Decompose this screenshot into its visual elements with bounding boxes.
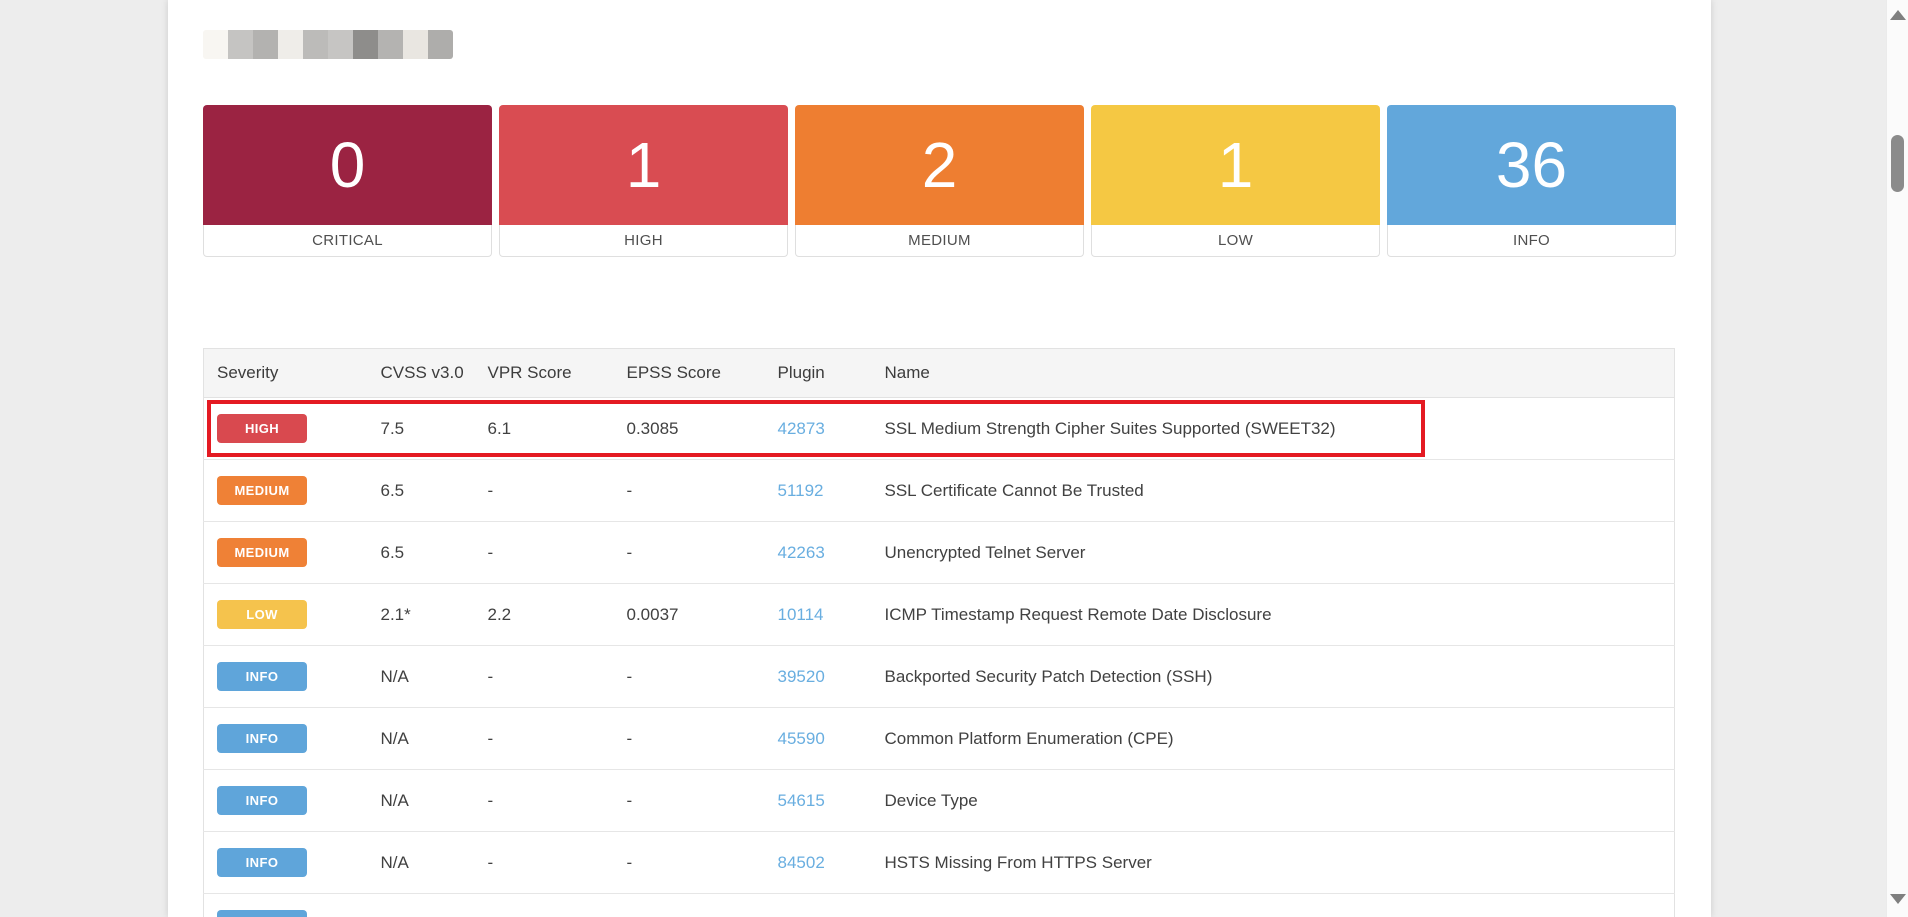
epss-score: -: [627, 646, 778, 708]
col-name: Name: [885, 349, 1675, 398]
vpr-score: 6.1: [488, 398, 627, 460]
report-page: 0 CRITICAL 1 HIGH 2 MEDIUM 1 LOW 36 IN: [0, 0, 1908, 917]
summary-card-critical: 0 CRITICAL: [203, 105, 492, 257]
severity-badge: INFO: [217, 724, 307, 753]
scrollbar-thumb[interactable]: [1891, 135, 1904, 192]
severity-badge: HIGH: [217, 414, 307, 443]
finding-row: INFO: [204, 894, 1675, 917]
findings-header-row: Severity CVSS v3.0 VPR Score EPSS Score …: [204, 349, 1675, 398]
medium-count: 2: [795, 105, 1084, 225]
report-sheet: 0 CRITICAL 1 HIGH 2 MEDIUM 1 LOW 36 IN: [168, 0, 1711, 917]
medium-label: MEDIUM: [795, 225, 1084, 257]
critical-count: 0: [203, 105, 492, 225]
plugin-id-link[interactable]: 42873: [778, 419, 825, 438]
severity-badge: MEDIUM: [217, 476, 307, 505]
finding-name: Device Type: [885, 770, 1675, 832]
low-label: LOW: [1091, 225, 1380, 257]
cvss-score: 2.1*: [381, 584, 488, 646]
vertical-scrollbar[interactable]: [1886, 0, 1908, 917]
plugin-id-link[interactable]: 10114: [778, 605, 824, 624]
finding-row: INFO N/A - - 39520 Backported Security P…: [204, 646, 1675, 708]
cvss-score: 6.5: [381, 460, 488, 522]
finding-row: INFO N/A - - 45590 Common Platform Enume…: [204, 708, 1675, 770]
epss-score: 0.3085: [627, 398, 778, 460]
findings-table: Severity CVSS v3.0 VPR Score EPSS Score …: [203, 348, 1675, 917]
plugin-id-link[interactable]: 39520: [778, 667, 825, 686]
finding-name: Unencrypted Telnet Server: [885, 522, 1675, 584]
cvss-score: 7.5: [381, 398, 488, 460]
col-severity: Severity: [204, 349, 381, 398]
high-count: 1: [499, 105, 788, 225]
summary-card-medium: 2 MEDIUM: [795, 105, 1084, 257]
scroll-down-arrow-icon[interactable]: [1890, 894, 1906, 904]
plugin-id-link[interactable]: 51192: [778, 481, 824, 500]
findings-rows: HIGH 7.5 6.1 0.3085 42873 SSL Medium Str…: [204, 398, 1675, 917]
vpr-score: 2.2: [488, 584, 627, 646]
severity-badge: INFO: [217, 662, 307, 691]
finding-name: ICMP Timestamp Request Remote Date Discl…: [885, 584, 1675, 646]
cvss-score: N/A: [381, 708, 488, 770]
finding-row: INFO N/A - - 84502 HSTS Missing From HTT…: [204, 832, 1675, 894]
info-count: 36: [1387, 105, 1676, 225]
epss-score: -: [627, 522, 778, 584]
cvss-score: N/A: [381, 832, 488, 894]
severity-badge: INFO: [217, 910, 307, 917]
critical-label: CRITICAL: [203, 225, 492, 257]
vpr-score: -: [488, 522, 627, 584]
high-label: HIGH: [499, 225, 788, 257]
epss-score: -: [627, 770, 778, 832]
vpr-score: -: [488, 708, 627, 770]
finding-name: SSL Medium Strength Cipher Suites Suppor…: [885, 398, 1675, 460]
finding-row: HIGH 7.5 6.1 0.3085 42873 SSL Medium Str…: [204, 398, 1675, 460]
epss-score: -: [627, 832, 778, 894]
col-epss-score: EPSS Score: [627, 349, 778, 398]
summary-card-low: 1 LOW: [1091, 105, 1380, 257]
vpr-score: -: [488, 646, 627, 708]
vpr-score: -: [488, 770, 627, 832]
finding-name: HSTS Missing From HTTPS Server: [885, 832, 1675, 894]
cvss-score: N/A: [381, 646, 488, 708]
plugin-id-link[interactable]: 54615: [778, 791, 825, 810]
vpr-score: -: [488, 460, 627, 522]
finding-name: Common Platform Enumeration (CPE): [885, 708, 1675, 770]
redacted-host-title: [203, 30, 453, 59]
severity-badge: INFO: [217, 848, 307, 877]
finding-name: Backported Security Patch Detection (SSH…: [885, 646, 1675, 708]
cvss-score: 6.5: [381, 522, 488, 584]
finding-row: MEDIUM 6.5 - - 42263 Unencrypted Telnet …: [204, 522, 1675, 584]
col-vpr-score: VPR Score: [488, 349, 627, 398]
severity-badge: LOW: [217, 600, 307, 629]
finding-row: INFO N/A - - 54615 Device Type: [204, 770, 1675, 832]
epss-score: 0.0037: [627, 584, 778, 646]
epss-score: -: [627, 460, 778, 522]
severity-badge: INFO: [217, 786, 307, 815]
finding-row: MEDIUM 6.5 - - 51192 SSL Certificate Can…: [204, 460, 1675, 522]
cvss-score: [381, 894, 488, 917]
summary-card-high: 1 HIGH: [499, 105, 788, 257]
low-count: 1: [1091, 105, 1380, 225]
cvss-score: N/A: [381, 770, 488, 832]
severity-badge: MEDIUM: [217, 538, 307, 567]
plugin-id-link[interactable]: 42263: [778, 543, 825, 562]
finding-name: [885, 894, 1675, 917]
summary-card-info: 36 INFO: [1387, 105, 1676, 257]
vpr-score: [488, 894, 627, 917]
col-cvss: CVSS v3.0: [381, 349, 488, 398]
col-plugin: Plugin: [778, 349, 885, 398]
finding-row: LOW 2.1* 2.2 0.0037 10114 ICMP Timestamp…: [204, 584, 1675, 646]
plugin-id-link[interactable]: 84502: [778, 853, 825, 872]
plugin-id-link[interactable]: 45590: [778, 729, 825, 748]
vpr-score: -: [488, 832, 627, 894]
scroll-up-arrow-icon[interactable]: [1890, 10, 1906, 20]
info-label: INFO: [1387, 225, 1676, 257]
severity-summary: 0 CRITICAL 1 HIGH 2 MEDIUM 1 LOW 36 IN: [203, 105, 1676, 257]
finding-name: SSL Certificate Cannot Be Trusted: [885, 460, 1675, 522]
epss-score: [627, 894, 778, 917]
epss-score: -: [627, 708, 778, 770]
